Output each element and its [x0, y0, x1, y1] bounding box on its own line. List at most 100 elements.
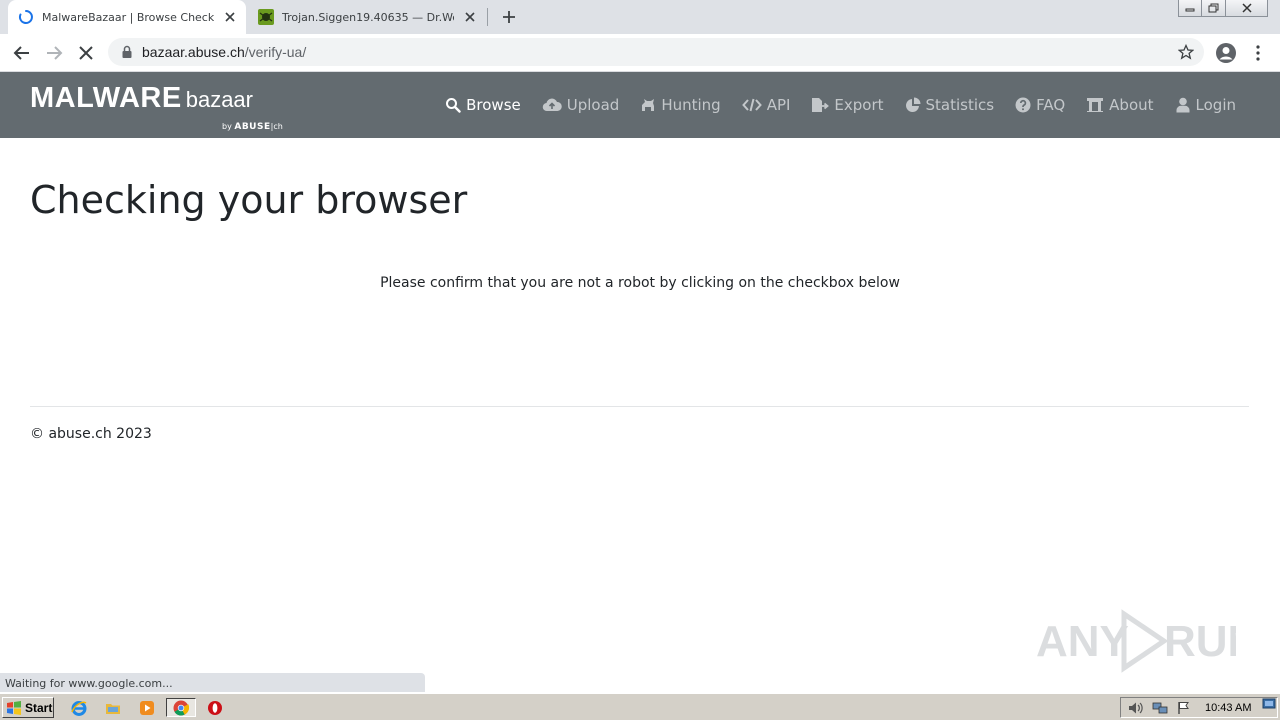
tray-network[interactable]: [1151, 700, 1169, 716]
nav-about-label: About: [1109, 96, 1154, 114]
nav-login-label: Login: [1195, 96, 1236, 114]
minimize-button[interactable]: [1178, 0, 1202, 17]
site-nav-links: Browse Upload Hunting API Export Statist…: [424, 94, 1236, 116]
question-icon: [1015, 97, 1031, 113]
restore-icon: [1208, 3, 1218, 13]
folder-icon: [106, 703, 120, 714]
hunting-icon: [642, 99, 655, 111]
url-path: /verify-ua/: [244, 44, 307, 60]
pie-chart-icon: [905, 97, 921, 112]
watermark-right: RUN: [1164, 617, 1236, 666]
address-bar[interactable]: bazaar.abuse.ch/verify-ua/: [108, 38, 1204, 66]
nav-statistics[interactable]: Statistics: [905, 96, 995, 114]
new-tab-button[interactable]: [498, 6, 520, 28]
cloud-upload-icon: [542, 98, 562, 112]
drweb-spider-icon: [258, 9, 274, 25]
nav-browse-label: Browse: [466, 96, 521, 114]
profile-avatar-icon[interactable]: [1214, 41, 1238, 65]
tray-action-center[interactable]: [1175, 700, 1193, 716]
close-icon: [1241, 3, 1252, 13]
stop-loading-button[interactable]: [74, 41, 98, 65]
tab-title: MalwareBazaar | Browse Checking y: [42, 10, 214, 24]
url-host: bazaar.abuse.ch: [142, 44, 245, 60]
tab-title: Trojan.Siggen19.40635 — Dr.Web M: [282, 10, 454, 24]
nav-hunting[interactable]: Hunting: [640, 96, 721, 114]
nav-browse[interactable]: Browse: [445, 96, 521, 114]
browser-menu-button[interactable]: [1250, 41, 1266, 65]
footer-divider: [30, 406, 1249, 407]
taskbar-explorer[interactable]: [102, 698, 124, 717]
network-icon: [1152, 702, 1168, 713]
logo-by-abuse: by ABUSE|ch: [222, 122, 283, 132]
tab-strip: MalwareBazaar | Browse Checking y Trojan…: [0, 0, 1280, 34]
watermark-left: ANY: [1036, 617, 1129, 666]
bookmark-star-icon[interactable]: [1178, 44, 1194, 60]
lock-icon: [122, 45, 132, 58]
building-icon: [1087, 98, 1104, 112]
nav-about[interactable]: About: [1086, 96, 1154, 114]
logo-org-suffix: |ch: [270, 122, 283, 131]
media-player-icon: [140, 700, 154, 715]
tab-separator: [487, 8, 488, 26]
logo-sub: bazaar: [185, 87, 253, 112]
taskbar-opera[interactable]: [204, 698, 226, 717]
opera-icon: [208, 700, 222, 715]
restore-button[interactable]: [1202, 0, 1226, 17]
forward-button[interactable]: [42, 41, 66, 65]
page-title: Checking your browser: [30, 178, 468, 222]
loading-spinner-icon: [18, 10, 33, 24]
start-label: Start: [25, 700, 53, 715]
tray-volume[interactable]: [1127, 700, 1145, 716]
browser-toolbar: bazaar.abuse.ch/verify-ua/: [0, 34, 1280, 72]
taskbar-media-player[interactable]: [136, 698, 158, 717]
nav-export-label: Export: [834, 96, 884, 114]
windows-logo-icon: [7, 700, 21, 715]
close-tab-icon[interactable]: [462, 9, 478, 25]
taskbar-clock: 10:43 AM: [1205, 701, 1252, 714]
logo-org: ABUSE: [234, 122, 271, 132]
minimize-icon: [1185, 8, 1195, 12]
malwarebazaar-logo[interactable]: MALWARE bazaar by ABUSE|ch: [30, 82, 283, 132]
back-button[interactable]: [10, 41, 34, 65]
stop-icon: [79, 46, 93, 60]
anyrun-watermark: ANY RUN: [1036, 606, 1259, 676]
url-text: bazaar.abuse.ch/verify-ua/: [142, 44, 306, 60]
code-icon: [741, 98, 762, 112]
tab-drweb[interactable]: Trojan.Siggen19.40635 — Dr.Web M: [248, 0, 486, 34]
logo-main: MALWARE: [30, 82, 182, 114]
nav-upload-label: Upload: [566, 96, 620, 114]
browser-status-bubble: Waiting for www.google.com...: [0, 673, 425, 692]
nav-hunting-label: Hunting: [661, 96, 721, 114]
system-tray: 10:43 AM: [1120, 697, 1278, 718]
taskbar-ie[interactable]: [68, 698, 90, 717]
logo-by: by: [222, 122, 232, 131]
user-icon: [1176, 97, 1190, 113]
forward-arrow-icon: [47, 46, 63, 60]
windows-taskbar: Start 10:43 AM: [0, 693, 1280, 720]
internet-explorer-icon: [71, 700, 87, 716]
nav-faq[interactable]: FAQ: [1015, 96, 1065, 114]
close-window-button[interactable]: [1226, 0, 1268, 17]
search-icon: [446, 98, 461, 113]
nav-api-label: API: [766, 96, 791, 114]
anyrun-logo-icon: ANY RUN: [1036, 609, 1259, 673]
chrome-icon: [173, 700, 189, 715]
site-navbar: MALWARE bazaar by ABUSE|ch Browse Upload …: [0, 72, 1280, 138]
nav-faq-label: FAQ: [1036, 96, 1066, 114]
kebab-menu-icon: [1256, 45, 1260, 61]
close-tab-icon[interactable]: [222, 9, 238, 25]
nav-statistics-label: Statistics: [925, 96, 995, 114]
plus-icon: [503, 11, 515, 23]
nav-login[interactable]: Login: [1175, 96, 1236, 114]
nav-upload[interactable]: Upload: [542, 96, 620, 114]
nav-export[interactable]: Export: [811, 96, 884, 114]
taskbar-chrome[interactable]: [166, 698, 196, 717]
export-icon: [812, 98, 830, 112]
nav-api[interactable]: API: [741, 96, 791, 114]
flag-icon: [1178, 701, 1189, 714]
start-button[interactable]: Start: [2, 697, 54, 718]
show-desktop-icon[interactable]: [1262, 697, 1276, 711]
footer-copyright: © abuse.ch 2023: [30, 426, 152, 442]
tab-malwarebazaar[interactable]: MalwareBazaar | Browse Checking y: [8, 0, 246, 34]
captcha-prompt: Please confirm that you are not a robot …: [380, 275, 900, 291]
